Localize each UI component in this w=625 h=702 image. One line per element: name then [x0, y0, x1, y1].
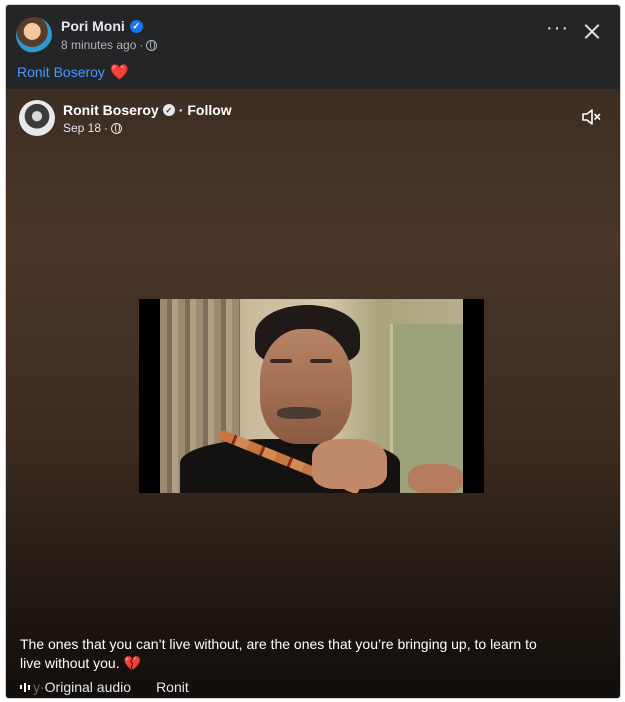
heart-icon: ❤️ [109, 64, 129, 81]
person-mustache [277, 407, 321, 419]
audio-faded-text: y [33, 679, 40, 695]
follow-separator: · [178, 102, 184, 118]
broken-heart-icon: 💔 [123, 655, 141, 671]
video-player[interactable] [139, 299, 484, 493]
post-viewer: Pori Moni ✓ 8 minutes ago · ··· Ronit Bo… [6, 5, 620, 698]
more-options-button[interactable]: ··· [546, 18, 569, 38]
meta-separator: · [139, 38, 144, 52]
audio-wave-icon [20, 682, 30, 692]
more-options-icon: ··· [546, 17, 569, 39]
globe-icon [146, 39, 158, 51]
reel-caption-text: The ones that you can’t live without, ar… [20, 636, 537, 671]
verified-badge-icon: ✓ [129, 19, 143, 33]
person-brow [310, 359, 332, 363]
person-hand [312, 439, 387, 489]
reel-author-name[interactable]: Ronit Boseroy [63, 102, 159, 118]
speaker-muted-icon [582, 109, 601, 125]
post-meta: 8 minutes ago · [61, 38, 158, 52]
audio-label[interactable]: Original audio [45, 679, 131, 695]
mention-link[interactable]: Ronit Boseroy [17, 64, 105, 80]
shared-reel[interactable]: Ronit Boseroy ✓ · Follow Sep 18 · The on… [6, 89, 620, 698]
person-face [260, 329, 352, 444]
person-hand [408, 464, 463, 493]
reel-meta: Sep 18 · [63, 121, 123, 135]
mute-toggle-button[interactable] [580, 106, 602, 128]
reel-date[interactable]: Sep 18 [63, 121, 101, 135]
poster-avatar[interactable] [16, 17, 52, 53]
meta-separator: · [104, 121, 109, 135]
globe-icon [111, 122, 123, 134]
reel-caption: The ones that you can’t live without, ar… [20, 635, 560, 673]
poster-name[interactable]: Pori Moni [61, 18, 125, 34]
audio-attribution[interactable]: y · Original audio Ronit [20, 679, 189, 695]
post-time[interactable]: 8 minutes ago [61, 38, 136, 52]
audio-author[interactable]: Ronit [156, 679, 189, 695]
verified-badge-icon: ✓ [162, 104, 175, 116]
poster-name-row: Pori Moni ✓ [61, 18, 143, 34]
post-caption: Ronit Boseroy ❤️ [17, 63, 129, 81]
reel-author-row: Ronit Boseroy ✓ · Follow [63, 102, 232, 118]
person-brow [270, 359, 292, 363]
video-frame [160, 299, 463, 493]
post-header: Pori Moni ✓ 8 minutes ago · ··· Ronit Bo… [6, 5, 620, 89]
follow-button[interactable]: Follow [187, 102, 231, 118]
reel-author-avatar[interactable] [19, 100, 55, 136]
close-icon[interactable] [581, 21, 603, 43]
